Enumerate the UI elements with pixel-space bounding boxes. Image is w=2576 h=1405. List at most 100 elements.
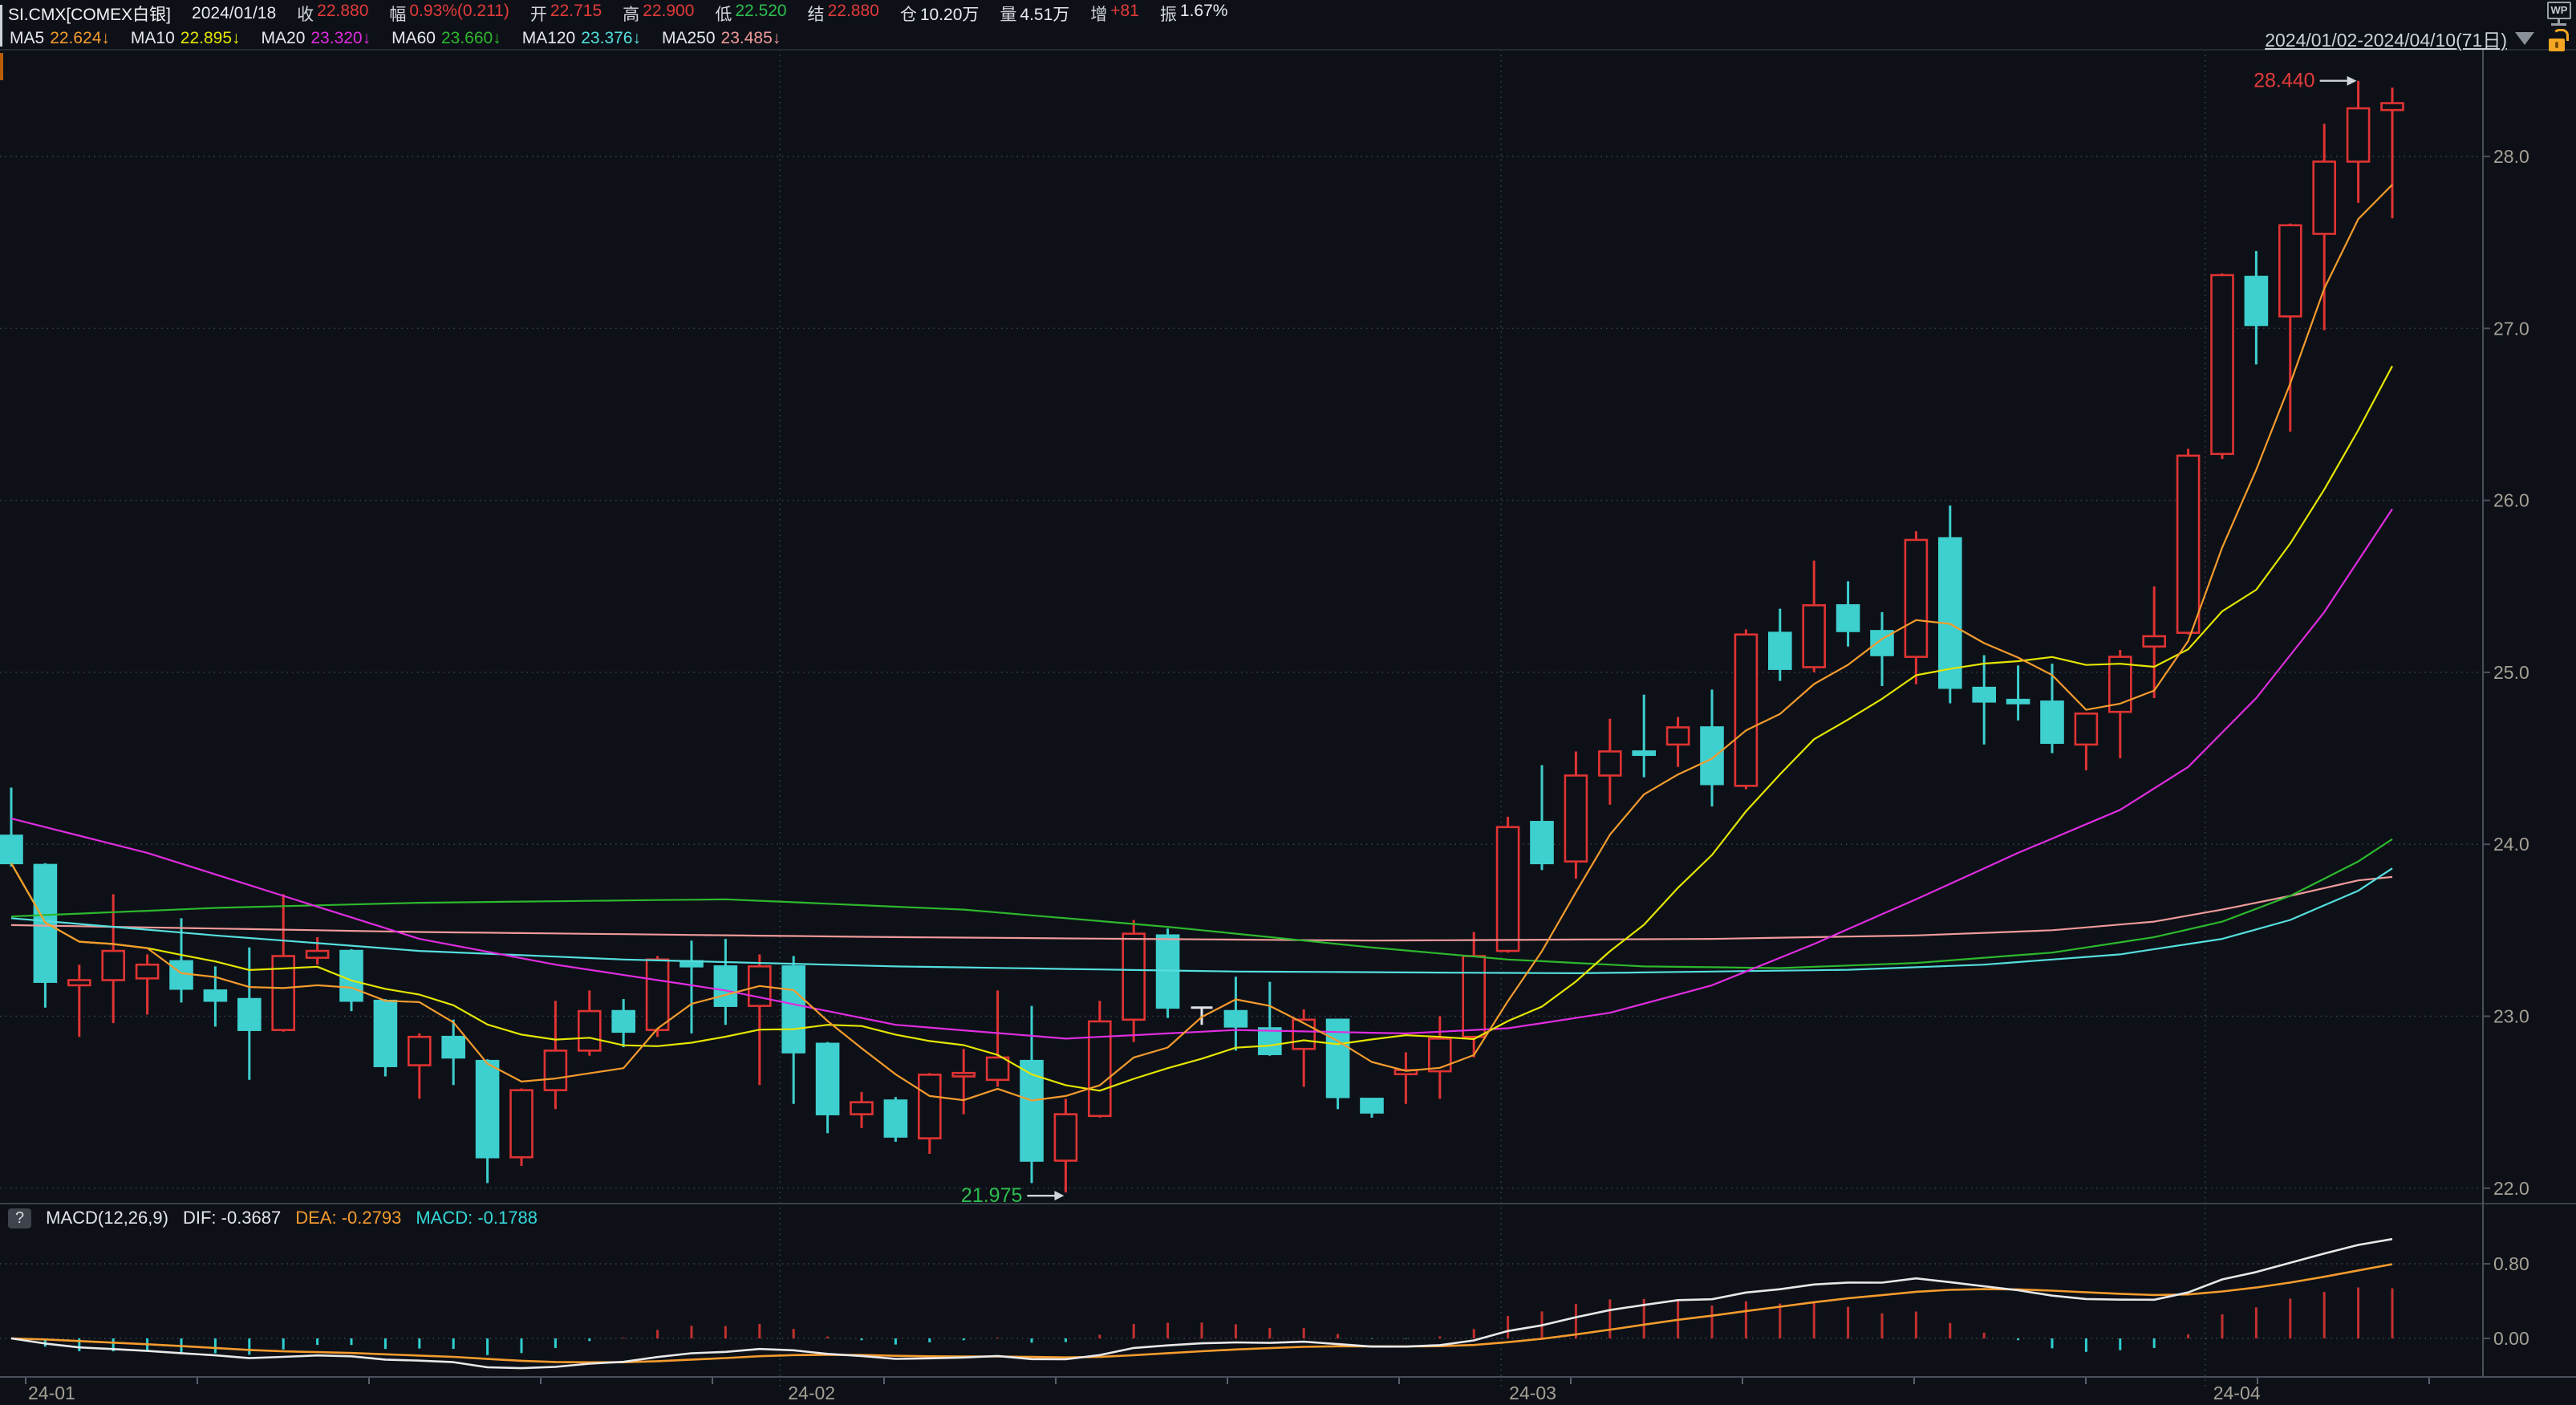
candle[interactable] [375,1001,396,1066]
candle[interactable] [2382,104,2404,111]
candle[interactable] [477,1061,498,1157]
ma-legend-ma60: MA6023.660↓ [391,29,501,48]
quote-fields: 收22.880幅0.93%(0.211)开22.715高22.900低22.52… [297,2,1227,26]
ma60-line [11,839,2392,968]
quote-field-3: 高22.900 [623,2,694,26]
macd-hist-value: MACD: -0.1788 [416,1208,538,1228]
candle[interactable] [341,951,363,1001]
candle[interactable] [2212,275,2233,454]
unlock-icon[interactable] [2549,29,2570,51]
candle[interactable] [171,961,193,989]
candle[interactable] [2177,456,2199,633]
candle[interactable] [613,1011,635,1032]
quote-field-5: 结22.880 [808,2,879,26]
price-axis-label: 26.0 [2493,490,2529,511]
candle[interactable] [306,951,328,958]
chevron-down-icon[interactable] [2515,32,2534,45]
macd-name: MACD(12,26,9) [46,1208,168,1228]
ma5-line [11,185,2392,1100]
macd-indicator-header: ? MACD(12,26,9) DIF: -0.3687 DEA: -0.279… [8,1206,538,1230]
candle[interactable] [1599,751,1621,775]
quote-field-4: 低22.520 [715,2,786,26]
trading-app-window: SI.CMX[COMEX白银] 2024/01/18 收22.880幅0.93%… [0,0,2576,1405]
time-axis-label: 24-04 [2213,1383,2261,1403]
ma-legend-ma5: MA522.624↓ [10,29,110,48]
candle[interactable] [1361,1098,1383,1112]
price-axis-label: 25.0 [2493,662,2529,683]
left-edge-marker [0,5,2,47]
macd-dif-value: DIF: -0.3687 [183,1208,281,1228]
candle[interactable] [578,1011,600,1050]
candle[interactable] [1769,633,1791,669]
date-range-selector[interactable]: 2024/01/02-2024/04/10(71日) [2265,26,2534,51]
candle[interactable] [2042,701,2063,742]
candle[interactable] [1735,635,1757,786]
candle[interactable] [1089,1021,1110,1116]
macd-axis-label: 0.00 [2493,1328,2529,1349]
candle[interactable] [1702,727,1723,784]
ma-legend-row: MA522.624↓MA1022.895↓MA2023.320↓MA6023.6… [10,26,781,50]
quote-date: 2024/01/18 [192,4,276,23]
candle[interactable] [817,1044,838,1115]
candle[interactable] [1259,1029,1280,1054]
candle[interactable] [1667,727,1689,744]
ma-legend-ma120: MA12023.376↓ [522,29,641,48]
extreme-price-label: 28.440 [2253,70,2314,92]
candle[interactable] [205,990,226,1001]
candle[interactable] [103,951,124,980]
candle[interactable] [1429,1038,1450,1071]
date-range-text[interactable]: 2024/01/02-2024/04/10(71日) [2265,25,2507,52]
candle[interactable] [919,1074,940,1138]
help-icon[interactable]: ? [8,1208,31,1228]
candle[interactable] [1,835,22,863]
candle[interactable] [2007,700,2029,703]
ma-lines-layer [11,185,2392,1100]
wp-monitor-icon[interactable]: WP [2547,2,2571,26]
candle[interactable] [1633,751,1655,754]
candle[interactable] [273,956,294,1029]
candle[interactable] [545,1050,566,1090]
candle[interactable] [987,1058,1008,1080]
price-axis-label: 27.0 [2493,318,2529,339]
candle[interactable] [1905,540,1927,657]
candle[interactable] [1157,936,1178,1008]
candle[interactable] [1497,827,1519,951]
candle[interactable] [2279,225,2301,317]
candle[interactable] [1463,956,1485,1037]
price-axis-label: 28.0 [2493,146,2529,167]
candle[interactable] [1837,605,1859,631]
candle[interactable] [715,966,736,1005]
chart-canvas[interactable]: 28.027.026.025.024.023.022.00.800.0024-0… [0,0,2576,1405]
quote-field-7: 量4.51万 [1000,2,1069,26]
candle[interactable] [238,999,260,1030]
candle[interactable] [783,966,805,1052]
candle[interactable] [511,1090,533,1158]
candle[interactable] [2347,108,2369,161]
candle[interactable] [2075,713,2097,745]
left-edge-marker-orange [0,53,3,80]
candle[interactable] [647,960,668,1030]
quote-field-1: 幅0.93%(0.211) [389,2,509,26]
candle[interactable] [885,1101,907,1137]
price-axis-label: 23.0 [2493,1006,2529,1027]
candle[interactable] [1055,1115,1077,1161]
candle[interactable] [1974,688,1995,701]
candle[interactable] [2314,161,2335,233]
candle[interactable] [2144,636,2165,647]
candle[interactable] [1939,538,1961,688]
candle[interactable] [1565,775,1587,861]
macd-plot [11,1239,2392,1368]
candle[interactable] [953,1073,975,1076]
candle[interactable] [443,1037,464,1058]
candle[interactable] [1225,1011,1247,1026]
candle[interactable] [851,1102,873,1115]
candle[interactable] [1803,605,1825,667]
candle[interactable] [408,1037,430,1065]
candle[interactable] [136,964,158,978]
ma10-line [11,366,2392,1090]
candle[interactable] [68,980,90,985]
candle[interactable] [2245,277,2267,325]
candle[interactable] [1531,822,1553,863]
arrow-head [1054,1191,1064,1200]
candle[interactable] [1123,934,1145,1020]
